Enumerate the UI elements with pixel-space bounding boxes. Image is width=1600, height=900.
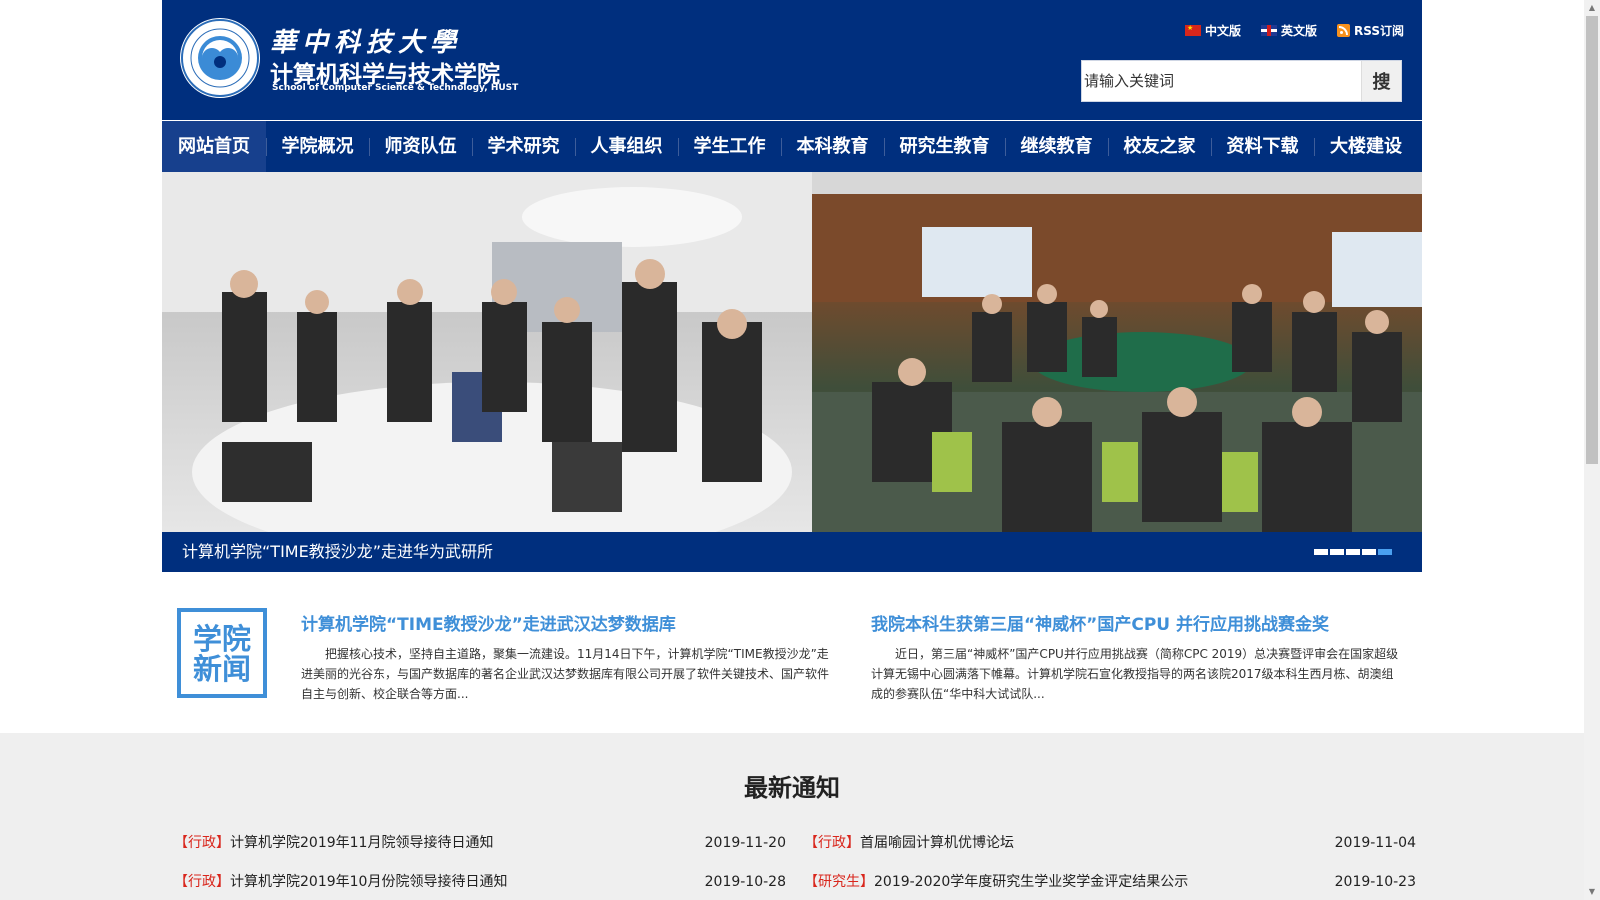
college-news-badge-text: 学院新闻 [193,622,252,686]
nav-item-downloads[interactable]: 资料下载 [1211,121,1314,172]
scroll-down-arrow-icon[interactable]: ▼ [1584,884,1600,900]
banner-photo-right[interactable] [812,172,1422,532]
search-box: 搜 [1081,60,1402,102]
school-name-english: School of Computer Science & Technology,… [272,83,519,93]
hust-seal-logo[interactable] [180,18,260,98]
university-name-chinese: 華中科技大學 [270,28,463,58]
nav-item-alumni[interactable]: 校友之家 [1108,121,1211,172]
nav-item-research[interactable]: 学术研究 [472,121,575,172]
banner-photo-left[interactable] [162,172,812,562]
nav-item-student-affairs[interactable]: 学生工作 [678,121,781,172]
notice-date: 2019-10-23 [1334,874,1416,890]
notice-row[interactable]: 【研究生】2019-2020学年度研究生学业奖学金评定结果公示 2019-10-… [804,872,1416,892]
news-item: 我院本科生获第三届“神威杯”国产CPU 并行应用挑战赛金奖 近日，第三届“神威杯… [871,610,1401,704]
scrollbar-thumb[interactable] [1586,16,1598,464]
nav-item-home[interactable]: 网站首页 [162,121,266,172]
search-button[interactable]: 搜 [1361,61,1401,101]
notice-title[interactable]: 计算机学院2019年11月院领导接待日通知 [230,835,493,851]
notice-date: 2019-11-04 [1334,835,1416,851]
slider-dot-2[interactable] [1330,549,1344,555]
news-summary: 近日，第三届“神威杯”国产CPU并行应用挑战赛（简称CPC 2019）总决赛暨评… [871,647,1399,701]
nav-item-continuing-education[interactable]: 继续教育 [1005,121,1108,172]
notice-category: 【行政】 [804,835,860,851]
notice-title[interactable]: 首届喻园计算机优博论坛 [860,835,1014,851]
nav-item-personnel[interactable]: 人事组织 [575,121,678,172]
banner-caption-bar: 计算机学院“TIME教授沙龙”走进华为武研所 [162,532,1422,572]
slider-dot-3[interactable] [1346,549,1360,555]
chinese-version-label: 中文版 [1204,24,1241,38]
nav-item-faculty[interactable]: 师资队伍 [369,121,472,172]
notice-category: 【行政】 [174,874,230,890]
news-summary: 把握核心技术，坚持自主道路，聚集一流建设。11月14日下午，计算机学院“TIME… [301,647,830,701]
china-flag-icon [1184,24,1201,36]
rss-icon [1337,24,1350,37]
search-input[interactable] [1082,61,1357,101]
nav-item-about[interactable]: 学院概况 [266,121,369,172]
main-nav: 网站首页 学院概况 师资队伍 学术研究 人事组织 学生工作 本科教育 研究生教育… [162,121,1422,172]
slider-dot-4[interactable] [1362,549,1376,555]
notice-category: 【行政】 [174,835,230,851]
slider-dots [1314,549,1392,555]
news-title[interactable]: 计算机学院“TIME教授沙龙”走进武汉达梦数据库 [301,610,831,635]
notice-category: 【研究生】 [804,874,874,890]
news-item: 计算机学院“TIME教授沙龙”走进武汉达梦数据库 把握核心技术，坚持自主道路，聚… [301,610,831,704]
notice-row[interactable]: 【行政】计算机学院2019年11月院领导接待日通知 2019-11-20 [174,833,786,853]
english-version-link[interactable]: 英文版 [1260,22,1317,39]
nav-item-undergraduate[interactable]: 本科教育 [781,121,884,172]
banner-caption[interactable]: 计算机学院“TIME教授沙龙”走进华为武研所 [182,532,493,572]
slider-dot-1[interactable] [1314,549,1328,555]
notice-title[interactable]: 2019-2020学年度研究生学业奖学金评定结果公示 [874,874,1188,890]
nav-item-graduate[interactable]: 研究生教育 [884,121,1005,172]
rss-subscribe-link[interactable]: RSS订阅 [1337,22,1404,39]
banner-slider: 计算机学院“TIME教授沙龙”走进华为武研所 [162,172,1422,572]
news-title[interactable]: 我院本科生获第三届“神威杯”国产CPU 并行应用挑战赛金奖 [871,610,1401,635]
site-header: 華中科技大學 计算机科学与技术学院 School of Computer Sci… [162,0,1422,120]
english-version-label: 英文版 [1280,24,1317,38]
language-links: 中文版 英文版 RSS订阅 [1184,22,1404,39]
notice-date: 2019-10-28 [704,874,786,890]
college-news-badge[interactable]: 学院新闻 [177,608,267,698]
chinese-version-link[interactable]: 中文版 [1184,22,1241,39]
notice-row[interactable]: 【行政】首届喻园计算机优博论坛 2019-11-04 [804,833,1416,853]
nav-item-building[interactable]: 大楼建设 [1314,121,1418,172]
rss-label: RSS订阅 [1354,24,1404,38]
scroll-up-arrow-icon[interactable]: ▲ [1584,0,1600,16]
notice-title[interactable]: 计算机学院2019年10月份院领导接待日通知 [230,874,507,890]
page-scrollbar[interactable]: ▲ ▼ [1584,0,1600,900]
slider-dot-5-active[interactable] [1378,549,1392,555]
uk-flag-icon [1260,25,1277,36]
notice-date: 2019-11-20 [704,835,786,851]
notice-row[interactable]: 【行政】计算机学院2019年10月份院领导接待日通知 2019-10-28 [174,872,786,892]
latest-notices-heading: 最新通知 [744,774,840,802]
